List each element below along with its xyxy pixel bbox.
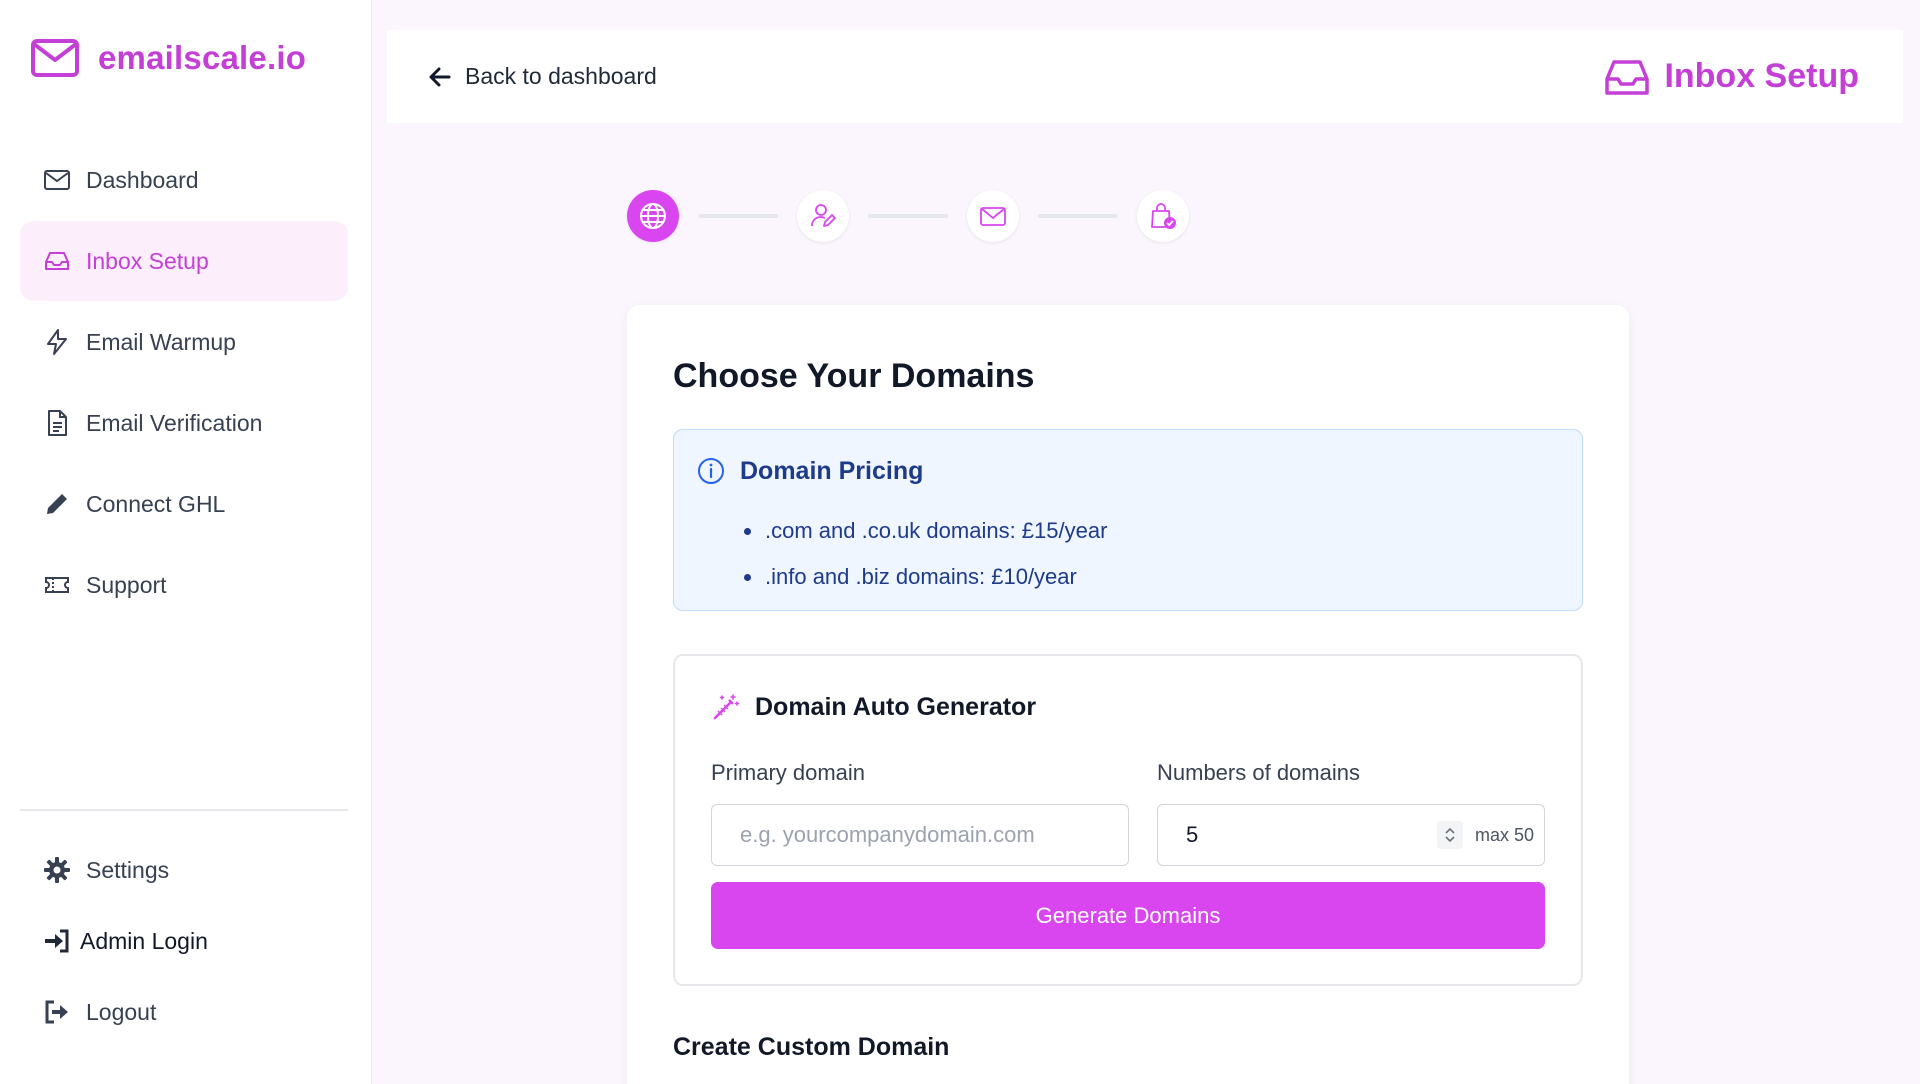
domain-auto-generator: Domain Auto Generator Primary domain e.g… <box>673 654 1583 986</box>
bullet <box>744 527 751 535</box>
page-header: Back to dashboard Inbox Setup <box>387 30 1903 123</box>
sidebar-item-label: Dashboard <box>86 166 199 193</box>
number-stepper[interactable] <box>1436 821 1463 849</box>
back-label: Back to dashboard <box>465 63 657 89</box>
pricing-item-text: .info and .biz domains: £10/year <box>765 564 1077 589</box>
sidebar-item-label: Email Verification <box>86 409 263 436</box>
domain-pricing-panel: Domain Pricing .com and .co.uk domains: … <box>673 429 1583 611</box>
envelope-icon <box>42 165 72 195</box>
step-connector <box>1038 214 1118 218</box>
sidebar-nav: Dashboard Inbox Setup Email Warmup Email… <box>20 140 348 626</box>
page-title-text: Inbox Setup <box>1664 57 1859 95</box>
app-name: emailscale.io <box>98 39 307 76</box>
user-edit-icon <box>811 204 836 227</box>
sidebar-item-label: Settings <box>86 856 170 883</box>
pricing-item-text: .com and .co.uk domains: £15/year <box>765 518 1108 543</box>
sidebar-item-dashboard[interactable]: Dashboard <box>20 140 348 220</box>
sidebar-item-support[interactable]: Support <box>20 545 348 625</box>
sidebar: emailscale.io Dashboard Inbox Setup Emai… <box>0 0 372 1084</box>
sidebar-item-label: Support <box>86 571 167 598</box>
sidebar-item-label: Email Warmup <box>86 328 236 355</box>
page-title: Inbox Setup <box>1604 57 1859 97</box>
step-checkout[interactable] <box>1137 190 1189 242</box>
sidebar-item-connect-ghl[interactable]: Connect GHL <box>20 464 348 544</box>
primary-domain-placeholder: e.g. yourcompanydomain.com <box>740 822 1035 847</box>
chevron-up-down-icon <box>1445 827 1455 843</box>
document-icon <box>42 408 72 438</box>
ticket-icon <box>42 570 72 600</box>
inbox-icon <box>1605 59 1650 95</box>
arrow-left-icon <box>429 67 451 86</box>
domain-count-value: 5 <box>1186 822 1199 847</box>
logo[interactable]: emailscale.io <box>30 38 306 78</box>
domain-count-controls: max 50 <box>1436 821 1534 849</box>
generate-domains-button[interactable]: Generate Domains <box>711 882 1545 949</box>
sign-in-icon <box>42 926 72 956</box>
pricing-list: .com and .co.uk domains: £15/year .info … <box>744 508 1107 600</box>
sidebar-bottom-nav: Settings Admin Login Logout <box>20 835 348 1048</box>
domain-count-max: max 50 <box>1474 824 1534 845</box>
pencil-icon <box>42 489 72 519</box>
pricing-title: Domain Pricing <box>740 456 924 485</box>
sidebar-item-label: Inbox Setup <box>86 247 209 274</box>
step-domains[interactable] <box>627 190 679 242</box>
back-to-dashboard-link[interactable]: Back to dashboard <box>427 63 657 90</box>
sidebar-item-label: Connect GHL <box>86 490 226 517</box>
list-item: .com and .co.uk domains: £15/year <box>744 508 1107 554</box>
step-connector <box>698 214 778 218</box>
choose-domains-card: Choose Your Domains Domain Pricing .com … <box>627 305 1629 1084</box>
sidebar-item-label: Logout <box>86 998 157 1025</box>
sidebar-item-inbox-setup[interactable]: Inbox Setup <box>20 221 348 301</box>
setup-stepper <box>627 190 1189 242</box>
sidebar-divider <box>20 809 348 811</box>
bag-check-icon <box>1151 203 1176 229</box>
step-mailboxes[interactable] <box>967 190 1019 242</box>
domain-count-input[interactable]: 5 max 50 <box>1157 804 1545 866</box>
sidebar-item-email-warmup[interactable]: Email Warmup <box>20 302 348 382</box>
primary-domain-input[interactable]: e.g. yourcompanydomain.com <box>711 804 1129 866</box>
create-custom-domain-title: Create Custom Domain <box>673 1033 950 1061</box>
step-connector <box>868 214 948 218</box>
sidebar-item-admin-login[interactable]: Admin Login <box>20 906 348 976</box>
primary-domain-label: Primary domain <box>711 760 866 785</box>
list-item: .info and .biz domains: £10/year <box>744 554 1107 600</box>
lightning-icon <box>42 327 72 357</box>
sign-out-icon <box>42 997 72 1027</box>
generator-header: Domain Auto Generator <box>711 692 1036 722</box>
gear-icon <box>42 855 72 885</box>
step-profile[interactable] <box>797 190 849 242</box>
envelope-logo-icon <box>31 39 79 77</box>
envelope-icon <box>980 207 1006 226</box>
inbox-icon <box>42 246 72 276</box>
magic-wand-icon <box>713 694 740 720</box>
sidebar-item-label: Admin Login <box>80 927 208 954</box>
pricing-header: Domain Pricing <box>696 456 923 486</box>
generator-title: Domain Auto Generator <box>755 692 1037 721</box>
globe-icon <box>640 203 666 229</box>
info-icon <box>698 458 724 484</box>
bullet <box>744 573 751 581</box>
sidebar-item-settings[interactable]: Settings <box>20 835 348 905</box>
section-title: Choose Your Domains <box>673 357 1035 395</box>
domain-count-label: Numbers of domains <box>1157 760 1360 785</box>
sidebar-item-email-verification[interactable]: Email Verification <box>20 383 348 463</box>
sidebar-item-logout[interactable]: Logout <box>20 977 348 1047</box>
